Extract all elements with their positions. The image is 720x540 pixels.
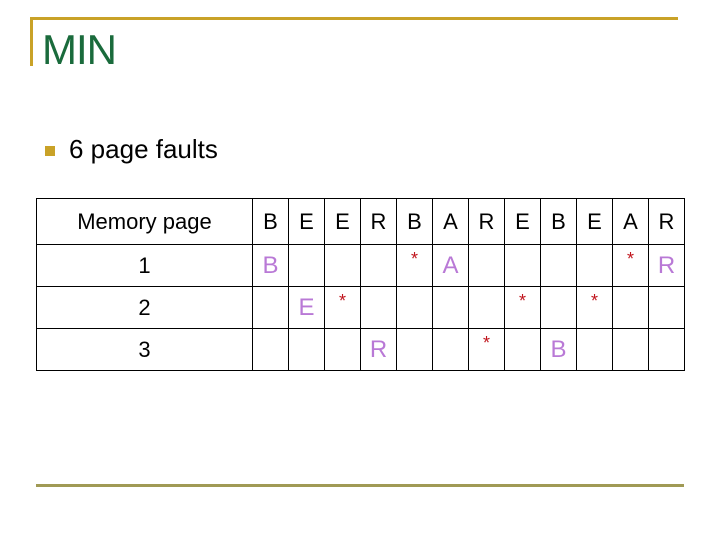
loaded-page-cell: B xyxy=(540,328,577,371)
empty-cell xyxy=(360,244,397,287)
hit-marker: * xyxy=(410,248,418,269)
reference-cell: E xyxy=(576,198,613,245)
reference-cell: B xyxy=(252,198,289,245)
page-frame-label: 3 xyxy=(36,328,253,371)
bullet-item: 6 page faults xyxy=(45,134,218,164)
loaded-page-cell: R xyxy=(648,244,685,287)
reference-cell: B xyxy=(540,198,577,245)
empty-cell xyxy=(648,328,685,371)
empty-cell xyxy=(612,286,649,329)
hit-cell: * xyxy=(324,286,361,329)
memory-page-row: 3 R * B xyxy=(36,328,685,371)
loaded-page: E xyxy=(298,293,315,321)
empty-cell xyxy=(612,328,649,371)
reference-cell: R xyxy=(468,198,505,245)
reference-cell: R xyxy=(360,198,397,245)
loaded-page-cell: B xyxy=(252,244,289,287)
empty-cell xyxy=(396,286,433,329)
empty-cell xyxy=(432,328,469,371)
empty-cell xyxy=(360,286,397,329)
title-top-rule xyxy=(30,17,678,20)
empty-cell xyxy=(504,328,541,371)
loaded-page: B xyxy=(550,335,567,363)
hit-marker: * xyxy=(626,248,634,269)
empty-cell xyxy=(576,328,613,371)
memory-page-row: 2 E * * * xyxy=(36,286,685,329)
page-frame-label: 1 xyxy=(36,244,253,287)
bullet-text: 6 page faults xyxy=(69,134,218,164)
header-label: Memory page xyxy=(36,198,253,245)
empty-cell xyxy=(540,286,577,329)
loaded-page-cell: R xyxy=(360,328,397,371)
empty-cell xyxy=(540,244,577,287)
reference-cell: E xyxy=(324,198,361,245)
slide-title: MIN xyxy=(42,26,117,73)
empty-cell xyxy=(576,244,613,287)
page-frame-label: 2 xyxy=(36,286,253,329)
empty-cell xyxy=(648,286,685,329)
empty-cell xyxy=(252,286,289,329)
reference-cell: A xyxy=(612,198,649,245)
hit-cell: * xyxy=(612,244,649,287)
loaded-page-cell: A xyxy=(432,244,469,287)
empty-cell xyxy=(252,328,289,371)
empty-cell xyxy=(288,328,325,371)
loaded-page: R xyxy=(657,251,676,279)
hit-marker: * xyxy=(590,290,598,311)
reference-cell: B xyxy=(396,198,433,245)
hit-marker: * xyxy=(482,332,490,353)
hit-cell: * xyxy=(468,328,505,371)
hit-marker: * xyxy=(338,290,346,311)
reference-cell: E xyxy=(288,198,325,245)
loaded-page: R xyxy=(369,335,388,363)
reference-cell: A xyxy=(432,198,469,245)
memory-page-table: Memory page B E E R B A R E B E A R 1 B * A * R 2 E * * * 3 R * B xyxy=(36,198,685,371)
hit-cell: * xyxy=(576,286,613,329)
empty-cell xyxy=(288,244,325,287)
empty-cell xyxy=(396,328,433,371)
footer-rule xyxy=(36,484,684,487)
reference-cell: R xyxy=(648,198,685,245)
empty-cell xyxy=(504,244,541,287)
reference-cell: E xyxy=(504,198,541,245)
loaded-page-cell: E xyxy=(288,286,325,329)
hit-cell: * xyxy=(396,244,433,287)
title-left-rule xyxy=(30,17,33,66)
reference-string-row: Memory page B E E R B A R E B E A R xyxy=(36,198,685,245)
loaded-page: A xyxy=(442,251,459,279)
hit-cell: * xyxy=(504,286,541,329)
empty-cell xyxy=(432,286,469,329)
square-bullet-icon xyxy=(45,146,55,156)
memory-page-row: 1 B * A * R xyxy=(36,244,685,287)
empty-cell xyxy=(468,244,505,287)
empty-cell xyxy=(324,328,361,371)
loaded-page: B xyxy=(262,251,279,279)
hit-marker: * xyxy=(518,290,526,311)
empty-cell xyxy=(468,286,505,329)
empty-cell xyxy=(324,244,361,287)
